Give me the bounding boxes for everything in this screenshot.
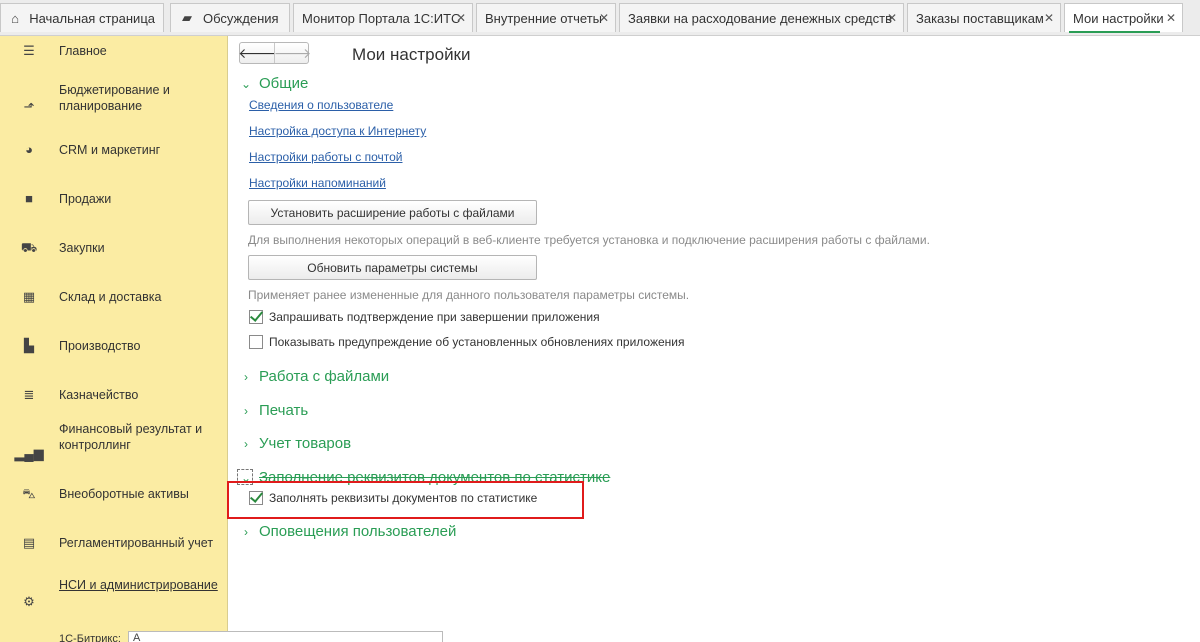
calculator-icon: ▤: [22, 535, 36, 550]
budget-chart-icon: ⬏: [23, 99, 35, 114]
close-icon[interactable]: ✕: [887, 11, 897, 25]
link-user-info[interactable]: Сведения о пользователе: [249, 98, 393, 112]
tab-label: Начальная страница: [29, 10, 155, 26]
group-print-header[interactable]: › Печать: [240, 402, 308, 419]
chevron-right-icon: ›: [244, 369, 248, 384]
tab-internal-reports[interactable]: Внутренние отчеты ✕: [476, 3, 616, 32]
close-icon[interactable]: ✕: [1166, 11, 1176, 25]
active-tab-indicator: [1069, 31, 1160, 33]
bitrix-label: 1С-Битрикс:: [59, 633, 121, 642]
chevron-right-icon: ›: [244, 524, 248, 539]
close-icon[interactable]: ✕: [1044, 11, 1054, 25]
show-updates-checkbox[interactable]: [249, 335, 263, 349]
tab-label: Внутренние отчеты: [485, 10, 602, 26]
update-params-hint: Применяет ранее измененные для данного п…: [248, 288, 690, 302]
tab-discussions[interactable]: ▰ Обсуждения: [170, 3, 290, 32]
forward-button[interactable]: 🡒: [273, 43, 312, 63]
warehouse-grid-icon: ▦: [22, 289, 36, 304]
close-icon[interactable]: ✕: [456, 11, 466, 25]
arrow-left-icon: 🡐: [238, 44, 276, 61]
close-icon[interactable]: ✕: [599, 11, 609, 25]
menu-icon: ☰: [23, 43, 35, 58]
factory-icon: ▙: [24, 338, 34, 353]
update-system-params-button[interactable]: Обновить параметры системы: [248, 255, 537, 280]
pie-chart-icon: ◕: [25, 142, 33, 157]
home-icon: ⌂: [11, 10, 20, 26]
tab-cash-requests[interactable]: Заявки на расходование денежных средств …: [619, 3, 904, 32]
gear-icon: ⚙: [23, 594, 35, 609]
chevron-right-icon: ›: [244, 403, 248, 418]
install-file-extension-button[interactable]: Установить расширение работы с файлами: [248, 200, 537, 225]
link-internet-access[interactable]: Настройка доступа к Интернету: [249, 124, 426, 138]
confirm-exit-checkbox-row[interactable]: Запрашивать подтверждение при завершении…: [249, 310, 600, 324]
tab-label: Заказы поставщикам: [916, 10, 1044, 26]
tab-bar: ⌂ Начальная страница ▰ Обсуждения Монито…: [0, 0, 1200, 36]
tab-my-settings[interactable]: Мои настройки ✕: [1064, 3, 1183, 33]
group-files-header[interactable]: › Работа с файлами: [240, 368, 389, 385]
group-goods-header[interactable]: › Учет товаров: [240, 435, 351, 452]
group-general-header[interactable]: ⌄ Общие: [240, 75, 308, 92]
bar-chart-icon: ▂▄▆: [14, 446, 44, 461]
coins-icon: ≣: [23, 387, 35, 402]
tab-its-monitor[interactable]: Монитор Портала 1С:ИТС ✕: [293, 3, 473, 32]
chevron-down-icon: ⌄: [240, 76, 252, 91]
link-reminders[interactable]: Настройки напоминаний: [249, 176, 386, 190]
tab-supplier-orders[interactable]: Заказы поставщикам ✕: [907, 3, 1061, 32]
tab-label: Обсуждения: [203, 10, 279, 26]
confirm-exit-checkbox[interactable]: [249, 310, 263, 324]
arrow-right-icon: 🡒: [273, 44, 312, 61]
link-mail-settings[interactable]: Настройки работы с почтой: [249, 150, 403, 164]
tab-label: Заявки на расходование денежных средств: [628, 10, 892, 26]
highlight-annotation: [227, 481, 584, 519]
tab-home[interactable]: ⌂ Начальная страница: [0, 3, 164, 32]
tab-label: Монитор Портала 1С:ИТС: [302, 10, 461, 26]
bitrix-field[interactable]: А: [128, 631, 443, 642]
back-button[interactable]: 🡐: [238, 43, 276, 63]
chat-icon: ▰: [182, 10, 192, 25]
chevron-right-icon: ›: [244, 436, 248, 451]
cart-icon: ⛟: [20, 240, 38, 255]
group-notifications-header[interactable]: › Оповещения пользователей: [240, 523, 456, 540]
sections-sidebar: ☰ Главное ⬏ Бюджетирование и планировани…: [0, 36, 228, 642]
show-updates-checkbox-row[interactable]: Показывать предупреждение об установленн…: [249, 335, 684, 349]
tab-label: Мои настройки: [1073, 10, 1164, 26]
truck-icon: ⛍: [22, 486, 36, 501]
page-title: Мои настройки: [352, 45, 471, 64]
navigation-buttons: 🡐 🡒: [238, 42, 312, 64]
shopping-bag-icon: ■: [25, 191, 33, 206]
install-extension-hint: Для выполнения некоторых операций в веб-…: [248, 233, 930, 247]
